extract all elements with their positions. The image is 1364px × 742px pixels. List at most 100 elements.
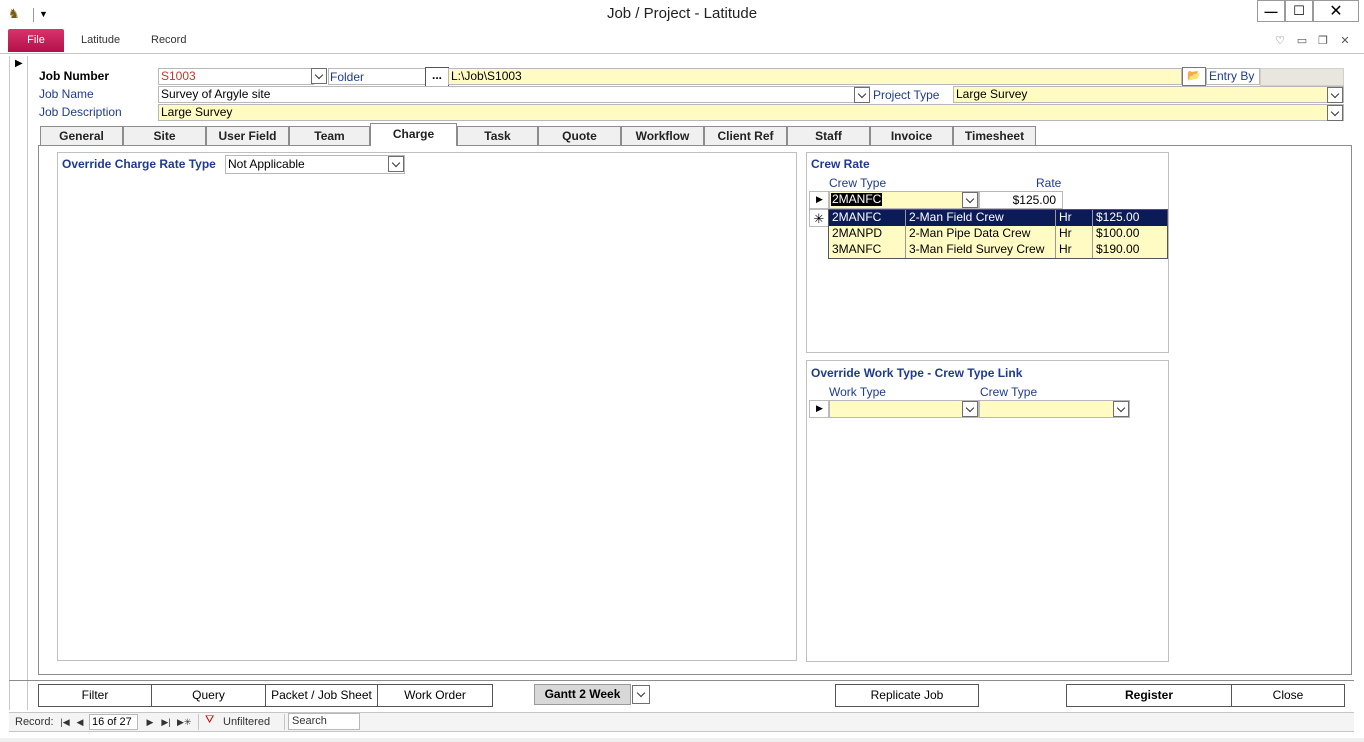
rate-field[interactable]: $125.00	[979, 191, 1063, 209]
chevron-down-icon	[965, 194, 975, 203]
job-name-field[interactable]: Survey of Argyle site	[158, 86, 870, 103]
option-rate: $125.00	[1096, 210, 1140, 224]
work-order-button[interactable]: Work Order	[377, 684, 493, 707]
tab-site[interactable]: Site	[123, 126, 206, 145]
first-record-icon[interactable]: |◀	[59, 715, 71, 729]
tab-task[interactable]: Task	[457, 126, 538, 145]
tab-staff[interactable]: Staff	[787, 126, 870, 145]
tab-user-field[interactable]: User Field	[206, 126, 289, 145]
minimize-icon: —	[1264, 3, 1278, 19]
register-button[interactable]: Register	[1066, 684, 1232, 707]
work-type-field[interactable]	[829, 400, 979, 418]
previous-record-icon[interactable]: ◀	[74, 715, 86, 729]
crew-type-selected-text: 2MANFC	[831, 192, 883, 206]
document-minimize-icon[interactable]: ▭	[1295, 34, 1309, 47]
quick-access-separator	[33, 8, 34, 22]
crew-type-column-header: Crew Type	[980, 385, 1038, 399]
tab-team[interactable]: Team	[289, 126, 370, 145]
record-position-input[interactable]: 16 of 27	[89, 714, 138, 730]
ribbon-tab-record[interactable]: Record	[151, 34, 186, 46]
link-crew-type-dropdown-button[interactable]	[1113, 401, 1129, 417]
close-icon: ✕	[1329, 3, 1343, 20]
window-bottom-border	[0, 738, 1364, 742]
chevron-down-icon	[391, 158, 401, 167]
title-bar	[0, 0, 1364, 28]
override-charge-rate-dropdown-button[interactable]	[388, 156, 404, 172]
ribbon	[0, 28, 1364, 54]
record-selector[interactable]	[9, 56, 28, 710]
tab-quote[interactable]: Quote	[538, 126, 621, 145]
current-row-arrow-icon: ▶	[816, 194, 823, 204]
new-record-nav-icon[interactable]: ▶✳	[177, 715, 191, 729]
ribbon-tab-latitude[interactable]: Latitude	[81, 34, 120, 46]
dropdown-option[interactable]: 2MANFC 2-Man Field Crew Hr $125.00	[829, 210, 1167, 226]
tab-timesheet[interactable]: Timesheet	[953, 126, 1036, 145]
ribbon-collapse-icon[interactable]: ♡	[1273, 34, 1287, 47]
charge-rate-subform	[57, 152, 797, 661]
current-row-arrow-icon: ▶	[816, 403, 823, 413]
nav-separator	[198, 714, 199, 730]
gantt-2-week-button[interactable]: Gantt 2 Week	[534, 684, 631, 705]
folder-open-icon: 📂	[1187, 70, 1201, 82]
link-crew-type-field[interactable]	[979, 400, 1130, 418]
crew-rate-title: Crew Rate	[811, 157, 870, 171]
app-logo-icon[interactable]: ♞	[8, 6, 26, 22]
gantt-dropdown-button[interactable]	[632, 685, 650, 704]
option-code: 2MANPD	[829, 226, 906, 242]
tab-general[interactable]: General	[40, 126, 123, 145]
job-description-label: Job Description	[39, 105, 122, 119]
entry-by-field	[1260, 68, 1344, 86]
crew-type-column-header: Crew Type	[829, 176, 887, 190]
document-close-icon[interactable]: ✕	[1338, 34, 1352, 47]
maximize-icon: ☐	[1293, 3, 1305, 18]
job-name-dropdown-button[interactable]	[854, 87, 870, 103]
dropdown-option[interactable]: 2MANPD 2-Man Pipe Data Crew Hr $100.00	[829, 226, 1167, 242]
folder-path-field[interactable]: L:\Job\S1003	[448, 68, 1182, 85]
ribbon-file-tab[interactable]: File	[8, 29, 64, 52]
filter-off-icon[interactable]: ⛛	[205, 714, 214, 727]
crew-type-dropdown-button[interactable]	[962, 192, 978, 208]
tab-charge[interactable]: Charge	[370, 123, 457, 146]
option-code: 2MANFC	[829, 210, 906, 226]
browse-folder-button[interactable]: ...	[425, 67, 449, 87]
nav-separator	[284, 714, 285, 730]
minimize-button[interactable]: —	[1257, 0, 1285, 22]
replicate-job-button[interactable]: Replicate Job	[835, 684, 979, 707]
project-type-dropdown-button[interactable]	[1327, 87, 1343, 103]
open-folder-button[interactable]: 📂	[1182, 67, 1206, 86]
maximize-button[interactable]: ☐	[1285, 0, 1313, 22]
dropdown-option[interactable]: 3MANFC 3-Man Field Survey Crew Hr $190.0…	[829, 242, 1167, 258]
job-number-field[interactable]: S1003	[158, 68, 314, 85]
filter-button[interactable]: Filter	[38, 684, 152, 707]
option-rate: $100.00	[1096, 226, 1140, 240]
work-type-column-header: Work Type	[829, 385, 886, 399]
close-button[interactable]: Close	[1231, 684, 1345, 707]
override-charge-rate-label: Override Charge Rate Type	[62, 157, 216, 171]
tab-workflow[interactable]: Workflow	[621, 126, 704, 145]
crew-type-dropdown-list[interactable]: 2MANFC 2-Man Field Crew Hr $125.00 2MANP…	[828, 209, 1168, 259]
override-charge-rate-select[interactable]: Not Applicable	[225, 155, 405, 174]
packet-job-sheet-button[interactable]: Packet / Job Sheet	[265, 684, 378, 707]
last-record-icon[interactable]: ▶|	[160, 715, 172, 729]
option-name: 2-Man Field Crew	[906, 210, 1056, 226]
job-number-dropdown-button[interactable]	[311, 68, 327, 84]
query-button[interactable]: Query	[151, 684, 266, 707]
search-input[interactable]: Search	[288, 713, 360, 730]
quick-access-dropdown-icon[interactable]: ▼	[39, 8, 48, 20]
chevron-down-icon	[857, 89, 867, 98]
chevron-down-icon	[1116, 403, 1126, 412]
new-record-icon[interactable]: ✳	[809, 209, 829, 227]
override-work-type-title: Override Work Type - Crew Type Link	[811, 366, 1023, 380]
document-restore-icon[interactable]: ❐	[1316, 34, 1330, 47]
job-description-dropdown-button[interactable]	[1327, 105, 1343, 121]
close-window-button[interactable]: ✕	[1313, 0, 1359, 22]
next-record-icon[interactable]: ▶	[144, 715, 156, 729]
tab-client-ref[interactable]: Client Ref	[704, 126, 787, 145]
tab-invoice[interactable]: Invoice	[870, 126, 953, 145]
option-unit: Hr	[1056, 210, 1093, 226]
option-unit: Hr	[1056, 242, 1093, 258]
work-type-dropdown-button[interactable]	[962, 401, 978, 417]
filter-status[interactable]: Unfiltered	[223, 716, 270, 728]
job-description-field[interactable]: Large Survey	[158, 104, 1344, 121]
project-type-field[interactable]: Large Survey	[953, 86, 1344, 103]
